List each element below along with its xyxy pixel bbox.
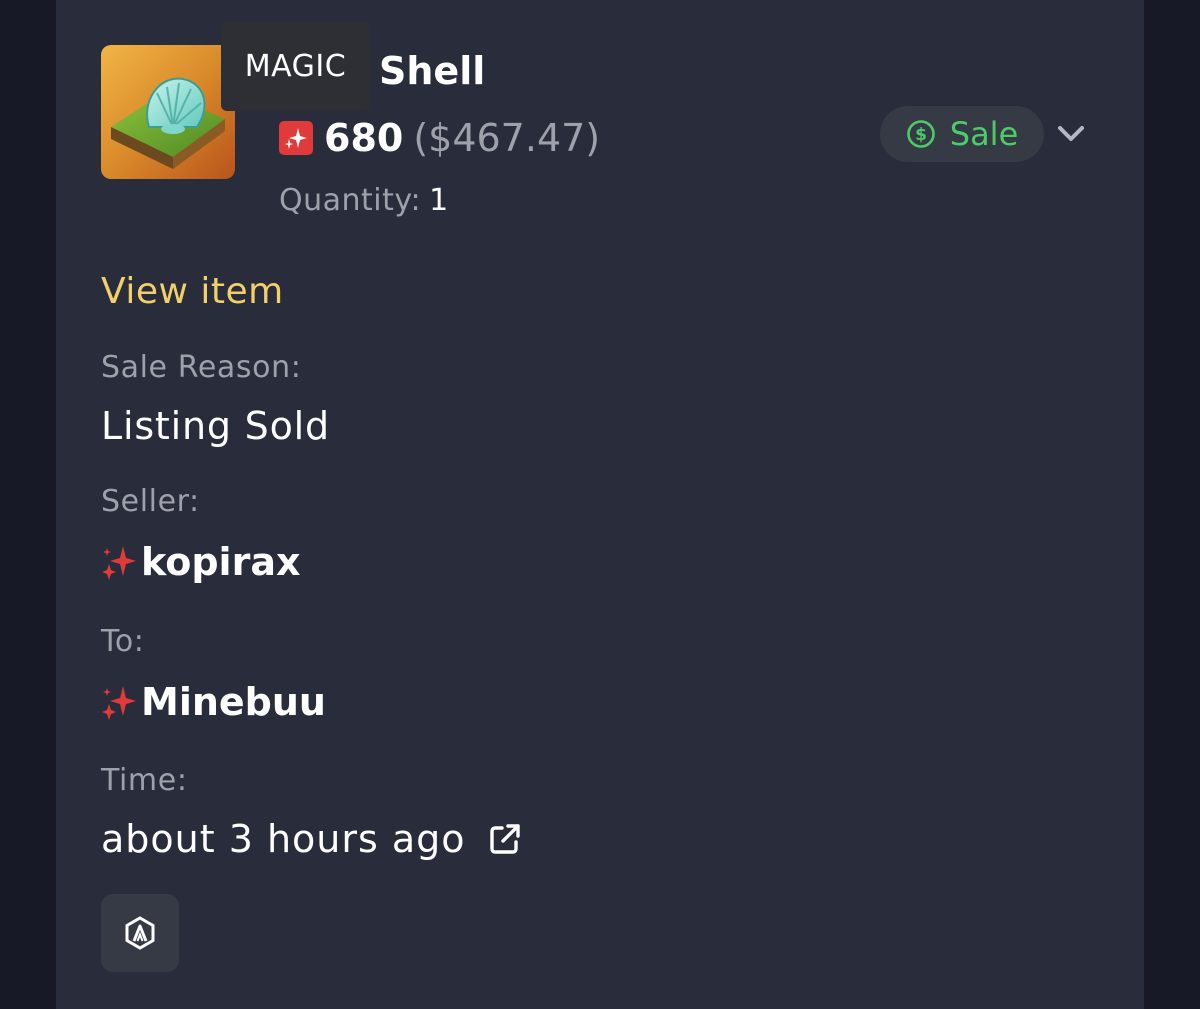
time-row[interactable]: about 3 hours ago — [101, 817, 522, 861]
sale-reason-value: Listing Sold — [101, 404, 330, 448]
item-image[interactable] — [101, 45, 235, 179]
buyer-name: Minebuu — [141, 680, 326, 724]
sparkle-icon — [102, 546, 136, 580]
seller[interactable]: kopirax — [101, 540, 300, 584]
chevron-down-icon — [1058, 126, 1084, 141]
time-label: Time: — [101, 763, 188, 798]
external-link-icon[interactable] — [488, 822, 522, 856]
chain-button[interactable] — [101, 894, 179, 972]
expand-button[interactable] — [1054, 116, 1088, 150]
status-badge: $ Sale — [880, 106, 1044, 162]
dollar-circle-icon: $ — [906, 120, 935, 148]
view-item-link[interactable]: View item — [101, 271, 284, 312]
quantity-label: Quantity: — [279, 183, 422, 218]
quantity: Quantity: 1 — [279, 183, 449, 218]
quantity-value: 1 — [429, 183, 449, 218]
sale-reason-label: Sale Reason: — [101, 350, 302, 385]
price-row: 680 ($467.47) — [279, 112, 600, 164]
svg-text:$: $ — [915, 125, 927, 145]
arbitrum-icon — [125, 916, 155, 950]
status-label: Sale — [949, 115, 1019, 153]
magic-sparkle-icon — [279, 121, 313, 155]
buyer[interactable]: Minebuu — [101, 680, 326, 724]
seller-label: Seller: — [101, 484, 200, 519]
time-value: about 3 hours ago — [101, 817, 466, 861]
shell-nft-image — [101, 45, 235, 179]
price-usd: ($467.47) — [413, 116, 601, 160]
to-label: To: — [101, 624, 145, 659]
currency-tooltip: MAGIC — [221, 22, 370, 111]
seller-name: kopirax — [141, 540, 301, 584]
price-value: 680 — [324, 116, 404, 160]
item-title: Shell — [379, 49, 486, 93]
sparkle-icon — [102, 686, 136, 720]
sale-activity-card: MAGIC Shell 680 ($467.47) Quantity: 1 $ S… — [56, 0, 1144, 1009]
